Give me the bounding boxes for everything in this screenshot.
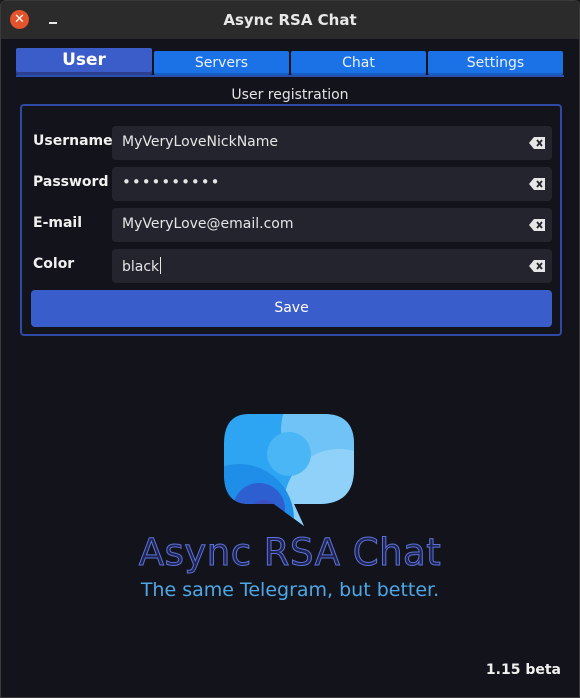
color-label: Color [33,256,75,272]
tab-servers[interactable]: Servers [154,51,289,75]
app-window: ✕ Async RSA Chat User Servers Chat Setti… [0,0,580,698]
password-label: Password [33,174,109,190]
clear-icon[interactable] [529,137,545,149]
username-value: MyVeryLoveNickName [122,134,278,150]
email-value: MyVeryLove@email.com [122,216,294,232]
color-value-wrap: black [122,257,162,275]
clear-icon[interactable] [529,178,545,190]
clear-icon[interactable] [529,219,545,231]
brand-tagline: The same Telegram, but better. [140,579,440,601]
tab-bar: User Servers Chat Settings [16,48,564,76]
title-bar: ✕ Async RSA Chat [1,1,579,39]
registration-form: Username MyVeryLoveNickName Password •••… [20,104,562,336]
save-button[interactable]: Save [31,290,552,327]
tab-underline [16,75,564,77]
app-logo-icon [224,414,354,526]
tab-user[interactable]: User [16,48,152,75]
username-label: Username [33,133,113,149]
window-title: Async RSA Chat [223,11,357,29]
section-title: User registration [231,87,349,103]
brand-name: Async RSA Chat [138,531,442,575]
username-field[interactable]: MyVeryLoveNickName [112,126,552,160]
email-field[interactable]: MyVeryLove@email.com [112,208,552,242]
email-label: E-mail [33,215,83,231]
tab-chat[interactable]: Chat [291,51,426,75]
clear-icon[interactable] [529,260,545,272]
password-field[interactable]: •••••••••• [112,167,552,201]
color-field[interactable]: black [112,249,552,283]
text-cursor [160,257,162,274]
password-value: •••••••••• [122,173,221,191]
version-label: 1.15 beta [485,662,561,678]
color-value: black [122,259,160,275]
tab-settings[interactable]: Settings [428,51,563,75]
